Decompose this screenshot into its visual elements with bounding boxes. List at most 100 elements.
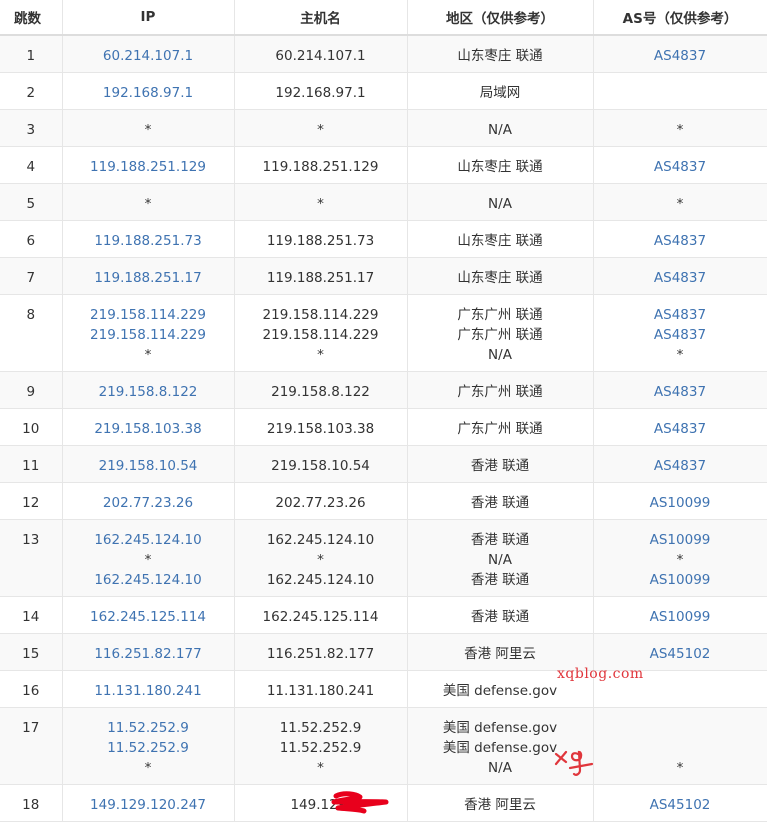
asn-link[interactable]: AS4837 bbox=[594, 46, 767, 66]
region-cell-line: 广东广州 联通 bbox=[457, 306, 543, 323]
region-cell-line: N/A bbox=[488, 346, 512, 363]
asn-link[interactable]: AS4837 bbox=[594, 382, 767, 402]
ip-link[interactable]: 219.158.8.122 bbox=[63, 382, 234, 402]
hop-cell: 13 bbox=[0, 519, 63, 597]
asn-cell: AS4837 bbox=[593, 257, 767, 295]
ip-link[interactable]: 119.188.251.73 bbox=[63, 231, 234, 251]
hop-cell: 17 bbox=[0, 707, 63, 785]
asn-link[interactable]: AS10099 bbox=[594, 530, 767, 550]
ip-link[interactable]: 119.188.251.129 bbox=[63, 157, 234, 177]
region-cell-line: 广东广州 联通 bbox=[457, 326, 543, 343]
table-row: 4 119.188.251.129 119.188.251.129 山东枣庄 联通 AS… bbox=[0, 146, 767, 184]
ip-cell: 219.158.114.229 219.158.114.229 * bbox=[62, 294, 235, 372]
ip-link[interactable]: 202.77.23.26 bbox=[63, 493, 234, 513]
asn-link[interactable]: AS45102 bbox=[594, 795, 767, 815]
hop-cell: 14 bbox=[0, 596, 63, 634]
hostname-cell-line: 162.245.124.10 bbox=[266, 531, 375, 548]
asn-link[interactable]: AS4837 bbox=[594, 157, 767, 177]
ip-link[interactable]: 219.158.114.229 bbox=[63, 305, 234, 325]
region-cell-line: 山东枣庄 联通 bbox=[457, 48, 543, 64]
asn-link: * bbox=[676, 346, 684, 363]
hostname-cell: 219.158.103.38 bbox=[234, 408, 408, 446]
hostname-cell-line: 219.158.10.54 bbox=[271, 457, 370, 474]
region-cell: 山东枣庄 联通 bbox=[407, 257, 594, 295]
hostname-cell-line: * bbox=[317, 121, 324, 138]
asn-link[interactable]: AS4837 bbox=[594, 456, 767, 476]
region-cell-line: 香港 联通 bbox=[470, 494, 530, 511]
region-cell-line: 香港 联通 bbox=[470, 531, 530, 548]
ip-link[interactable]: 162.245.124.10 bbox=[63, 570, 234, 590]
ip-link[interactable]: 219.158.10.54 bbox=[63, 456, 234, 476]
asn-link: * bbox=[676, 759, 684, 776]
hostname-cell: 60.214.107.1 bbox=[234, 35, 408, 73]
asn-link[interactable]: AS4837 bbox=[594, 419, 767, 439]
hostname-cell-line: 11.52.252.9 bbox=[279, 739, 362, 756]
table-row: 9 219.158.8.122 219.158.8.122 广东广州 联通 AS4837 bbox=[0, 371, 767, 409]
hostname-cell: 119.188.251.129 bbox=[234, 146, 408, 184]
region-cell-line: N/A bbox=[488, 121, 512, 138]
ip-link[interactable]: 11.131.180.241 bbox=[63, 681, 234, 701]
ip-link[interactable]: 219.158.103.38 bbox=[63, 419, 234, 439]
table-row: 7 119.188.251.17 119.188.251.17 山东枣庄 联通 AS48… bbox=[0, 257, 767, 295]
asn-link[interactable]: AS4837 bbox=[594, 305, 767, 325]
region-cell: 山东枣庄 联通 bbox=[407, 35, 594, 73]
asn-link[interactable]: AS10099 bbox=[594, 607, 767, 627]
ip-link[interactable]: 116.251.82.177 bbox=[63, 644, 234, 664]
hop-cell: 9 bbox=[0, 371, 63, 409]
asn-cell: AS4837 AS4837 * bbox=[593, 294, 767, 372]
hostname-cell: 11.131.180.241 bbox=[234, 670, 408, 708]
asn-link[interactable]: AS45102 bbox=[594, 644, 767, 664]
asn-cell: * bbox=[593, 183, 767, 221]
table-row: 16 11.131.180.241 11.131.180.241 美国 defense… bbox=[0, 670, 767, 708]
asn-link[interactable]: AS10099 bbox=[594, 493, 767, 513]
region-cell-line: 广东广州 联通 bbox=[457, 420, 543, 437]
asn-link bbox=[594, 718, 767, 738]
asn-link[interactable]: AS10099 bbox=[594, 570, 767, 590]
hostname-cell: 192.168.97.1 bbox=[234, 72, 408, 110]
ip-cell: 116.251.82.177 bbox=[62, 633, 235, 671]
hop-cell: 2 bbox=[0, 72, 63, 110]
hostname-cell-line: 116.251.82.177 bbox=[266, 645, 375, 662]
region-cell-line: 山东枣庄 联通 bbox=[457, 269, 543, 286]
traceroute-table: 跳数 IP 主机名 地区（仅供参考） AS号（仅供参考） 1 60.214.107… bbox=[0, 0, 767, 822]
hostname-cell-line: 119.188.251.129 bbox=[262, 158, 379, 175]
asn-link bbox=[594, 83, 767, 103]
table-body: 1 60.214.107.1 60.214.107.1 山东枣庄 联通 AS4837 2 1… bbox=[0, 35, 767, 822]
ip-link[interactable]: 119.188.251.17 bbox=[63, 268, 234, 288]
asn-cell bbox=[593, 72, 767, 110]
asn-link[interactable]: AS4837 bbox=[594, 325, 767, 345]
asn-cell: AS4837 bbox=[593, 371, 767, 409]
region-cell: N/A bbox=[407, 109, 594, 147]
region-cell-line: 香港 联通 bbox=[470, 457, 530, 474]
ip-link: * bbox=[144, 195, 152, 212]
hostname-cell: 162.245.124.10 * 162.245.124.10 bbox=[234, 519, 408, 597]
hop-cell: 5 bbox=[0, 183, 63, 221]
ip-link[interactable]: 162.245.124.10 bbox=[63, 530, 234, 550]
hop-cell: 7 bbox=[0, 257, 63, 295]
handwritten-scribble bbox=[554, 750, 594, 776]
ip-link[interactable]: 11.52.252.9 bbox=[63, 718, 234, 738]
hostname-cell: 219.158.114.229 219.158.114.229 * bbox=[234, 294, 408, 372]
ip-link[interactable]: 162.245.125.114 bbox=[63, 607, 234, 627]
hostname-cell-line: 219.158.114.229 bbox=[262, 326, 379, 343]
table-row: 1 60.214.107.1 60.214.107.1 山东枣庄 联通 AS4837 bbox=[0, 35, 767, 73]
hostname-cell-line: 219.158.114.229 bbox=[262, 306, 379, 323]
asn-cell: AS45102 bbox=[593, 633, 767, 671]
region-cell: 广东广州 联通 bbox=[407, 371, 594, 409]
ip-link[interactable]: 149.129.120.247 bbox=[63, 795, 234, 815]
asn-link[interactable]: AS4837 bbox=[594, 268, 767, 288]
asn-cell: AS45102 bbox=[593, 784, 767, 822]
ip-link[interactable]: 219.158.114.229 bbox=[63, 325, 234, 345]
ip-link[interactable]: 60.214.107.1 bbox=[63, 46, 234, 66]
ip-cell: 119.188.251.129 bbox=[62, 146, 235, 184]
ip-cell: 162.245.125.114 bbox=[62, 596, 235, 634]
hostname-cell-line: 162.245.125.114 bbox=[262, 608, 379, 625]
region-cell-line: N/A bbox=[488, 195, 512, 212]
ip-link[interactable]: 192.168.97.1 bbox=[63, 83, 234, 103]
region-cell: 香港 联通 bbox=[407, 482, 594, 520]
asn-link: * bbox=[676, 121, 684, 138]
hostname-cell-line: 11.131.180.241 bbox=[266, 682, 375, 699]
table-header: 跳数 IP 主机名 地区（仅供参考） AS号（仅供参考） bbox=[0, 0, 767, 36]
ip-link[interactable]: 11.52.252.9 bbox=[63, 738, 234, 758]
asn-link[interactable]: AS4837 bbox=[594, 231, 767, 251]
